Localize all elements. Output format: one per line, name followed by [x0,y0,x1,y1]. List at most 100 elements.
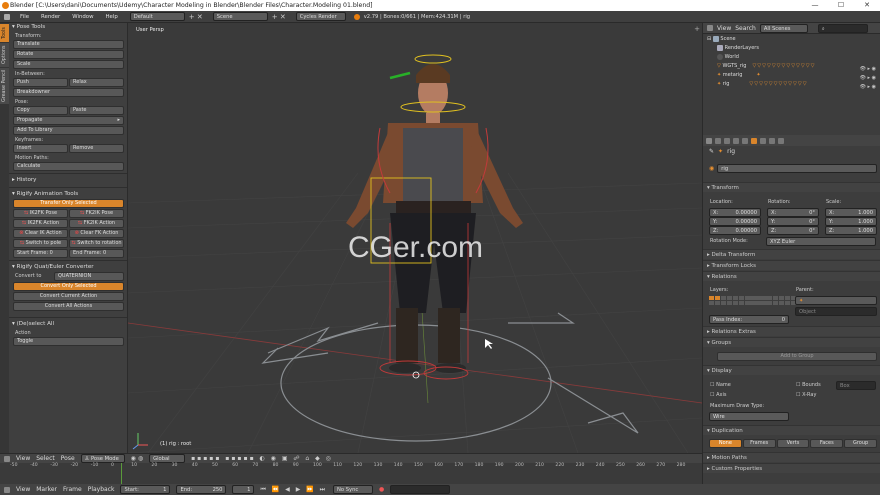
record-icon[interactable]: ● [379,486,384,493]
add-to-group-button[interactable]: Add to Group [717,352,877,361]
outliner-row-metarig[interactable]: ✦ metarig ✦ [703,70,880,79]
world-tab-icon[interactable] [742,137,748,144]
object-name-field[interactable]: rig [717,164,878,173]
layer-cell[interactable] [761,301,766,305]
layer-cell[interactable] [779,301,784,305]
layer-cell[interactable] [755,296,760,300]
custom-properties-header[interactable]: ▸ Custom Properties [703,463,880,473]
layer-cell[interactable] [773,301,778,305]
transform-panel-header[interactable]: ▾ Transform [703,182,880,192]
pin-icon[interactable]: ✎ [709,148,714,155]
layer-cell[interactable] [773,296,778,300]
outliner-search-input[interactable]: ⌕ [817,23,868,33]
outliner-view-menu[interactable]: View [717,25,731,32]
scl-z-field[interactable]: Z: 1.000 [825,226,877,235]
clear-ik-button[interactable]: ⊗ Clear IK Action [13,229,68,238]
layer-cell[interactable] [761,296,766,300]
layer-cell[interactable] [721,296,726,300]
3d-view-editor-icon[interactable] [4,455,10,462]
layer-cell[interactable] [779,296,784,300]
view-menu[interactable]: View [16,455,30,462]
calculate-button[interactable]: Calculate [13,162,124,171]
outliner-display-select[interactable]: All Scenes [759,23,808,33]
properties-editor-icon[interactable] [706,137,712,144]
bounds-checkbox[interactable]: ☐ Bounds [796,382,821,388]
layer-cell[interactable] [733,296,738,300]
relax-button[interactable]: Relax [69,78,124,87]
mode-select[interactable]: ♙ Pose Mode [80,454,125,463]
visibility-toggles[interactable]: 👁 ▸ ◉ 👁 ▸ ◉ 👁 ▸ ◉ [860,65,876,92]
data-tab-icon[interactable] [769,137,775,144]
playback-controls[interactable]: ⏮ ⏪ ◀ ▶ ⏩ ⏭ [260,486,327,494]
select-menu[interactable]: Select [36,455,55,462]
layer-cell[interactable] [739,296,744,300]
max-draw-select[interactable]: Wire [709,412,789,421]
end-frame-field[interactable]: End Frame: 0 [69,249,124,258]
ik2fk-action-button[interactable]: ⇆ IK2FK Action [13,219,68,228]
render-tab-icon[interactable] [715,137,721,144]
start-frame-field[interactable]: Start Frame: 0 [13,249,68,258]
rot-z-field[interactable]: Z: 0° [767,226,819,235]
tab-grease-pencil[interactable]: Grease Pencil [0,68,9,104]
outliner-search-menu[interactable]: Search [735,25,756,32]
pose-menu[interactable]: Pose [61,455,75,462]
bounds-type-select[interactable]: Box [836,381,876,390]
switch-rotation-button[interactable]: ⇆ Switch to rotation [69,239,124,248]
current-frame-indicator[interactable] [121,463,122,484]
layer-cell[interactable] [709,301,714,305]
timeline-marker-menu[interactable]: Marker [36,486,57,493]
name-checkbox[interactable]: ☐ Name [710,382,731,388]
scene-select[interactable]: Scene [212,12,268,21]
sync-select[interactable]: No Sync [333,485,373,494]
layer-cell[interactable] [721,301,726,305]
pose-tools-header[interactable]: ▾ Pose Tools [9,23,127,32]
layer-cell[interactable] [709,296,714,300]
layer-cell[interactable] [727,296,732,300]
add-to-library-button[interactable]: Add To Library [13,126,124,135]
rot-y-field[interactable]: Y: 0° [767,217,819,226]
remove-keyframe-button[interactable]: Remove [69,144,124,153]
outliner-row-world[interactable]: World [703,52,880,61]
outliner-icon[interactable] [707,25,713,31]
copy-pose-button[interactable]: Copy [13,106,68,115]
duplication-header[interactable]: ▾ Duplication [703,425,880,435]
loc-y-field[interactable]: Y: 0.00000 [709,217,761,226]
action-select[interactable]: Toggle [13,337,124,346]
dup-none-button[interactable]: None [709,439,742,448]
menu-render[interactable]: Render [35,14,66,20]
layer-cell[interactable] [715,301,720,305]
dup-frames-button[interactable]: Frames [742,439,776,448]
shading-icons[interactable]: ◉ ◍ [131,455,143,462]
convert-current-action-button[interactable]: Convert Current Action [13,292,124,301]
menu-help[interactable]: Help [100,14,124,20]
insert-keyframe-button[interactable]: Insert [13,144,68,153]
timeline-frame-menu[interactable]: Frame [63,486,82,493]
layer-cell[interactable] [767,296,772,300]
loc-x-field[interactable]: X: 0.00000 [709,208,761,217]
bone-tab-icon[interactable] [778,137,784,144]
parent-field[interactable]: ✦ [795,296,877,305]
add-layout-icon[interactable]: + ✕ [189,13,203,21]
fk2ik-pose-button[interactable]: ⇆ FK2IK Pose [69,209,124,218]
display-header[interactable]: ▾ Display [703,365,880,375]
render-engine-select[interactable]: Cycles Render [295,12,346,21]
loc-z-field[interactable]: Z: 0.00000 [709,226,761,235]
outliner-row-scene[interactable]: ⊟ Scene [703,34,880,43]
layer-toggle-icons[interactable]: ▪▪▪▪▪ ▪▪▪▪▪ ◐ ◉ ▣ ☍ ⌂ ◆ ◎ [191,455,333,462]
add-scene-icon[interactable]: + ✕ [272,13,286,21]
rigify-tools-header[interactable]: ▾ Rigify Animation Tools [9,190,127,199]
object-tab-icon[interactable] [751,137,757,144]
dup-group-button[interactable]: Group [844,439,877,448]
history-header[interactable]: ▸ History [9,176,127,185]
scene-tab-icon[interactable] [733,137,739,144]
outliner-row-renderlayers[interactable]: RenderLayers [703,43,880,52]
axis-checkbox[interactable]: ☐ Axis [710,392,726,398]
start-frame-input[interactable]: Start: 1 [120,485,171,494]
info-editor-icon[interactable] [4,13,10,20]
rot-x-field[interactable]: X: 0° [767,208,819,217]
convert-only-selected-toggle[interactable]: Convert Only Selected [13,282,124,291]
layer-cell[interactable] [755,301,760,305]
layer-cell[interactable] [739,301,744,305]
parent-type-field[interactable]: Object [795,307,877,316]
layer-cell[interactable] [785,301,790,305]
